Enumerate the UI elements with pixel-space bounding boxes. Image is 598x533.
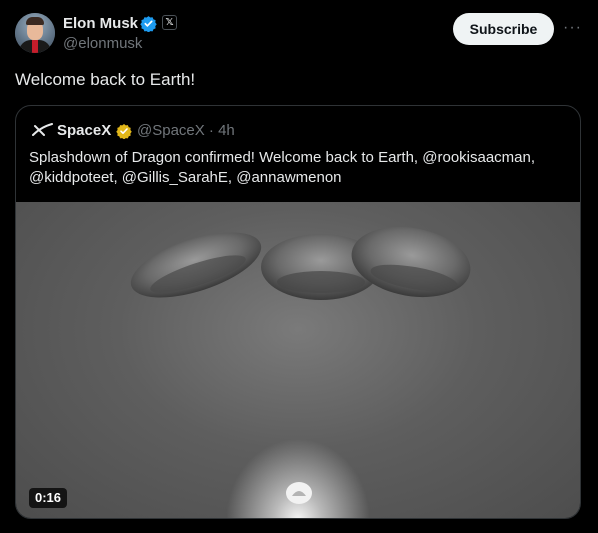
parachutes-illustration	[130, 226, 471, 504]
subscribe-button[interactable]: Subscribe	[453, 13, 554, 45]
quoted-handle-time[interactable]: @SpaceX · 4h	[137, 122, 235, 139]
avatar[interactable]	[15, 13, 55, 53]
affiliate-x-icon: 𝕏	[162, 15, 177, 30]
author-name[interactable]: Elon Musk	[63, 15, 138, 32]
more-options-icon[interactable]: ···	[563, 16, 581, 40]
spacex-logo-icon	[32, 123, 53, 136]
video-duration: 0:16	[29, 488, 68, 508]
org-verified-badge-icon	[116, 124, 132, 139]
tweet-text: Welcome back to Earth!	[15, 70, 196, 89]
video-player[interactable]: 0:16	[16, 202, 580, 518]
quoted-tweet-text: Splashdown of Dragon confirmed! Welcome …	[29, 149, 536, 186]
verified-badge-icon	[140, 16, 157, 32]
quoted-tweet[interactable]: SpaceX @SpaceX · 4h Splashdown of Dragon…	[15, 105, 581, 519]
quoted-author-name[interactable]: SpaceX	[57, 122, 111, 139]
author-handle[interactable]: @elonmusk	[63, 35, 142, 52]
